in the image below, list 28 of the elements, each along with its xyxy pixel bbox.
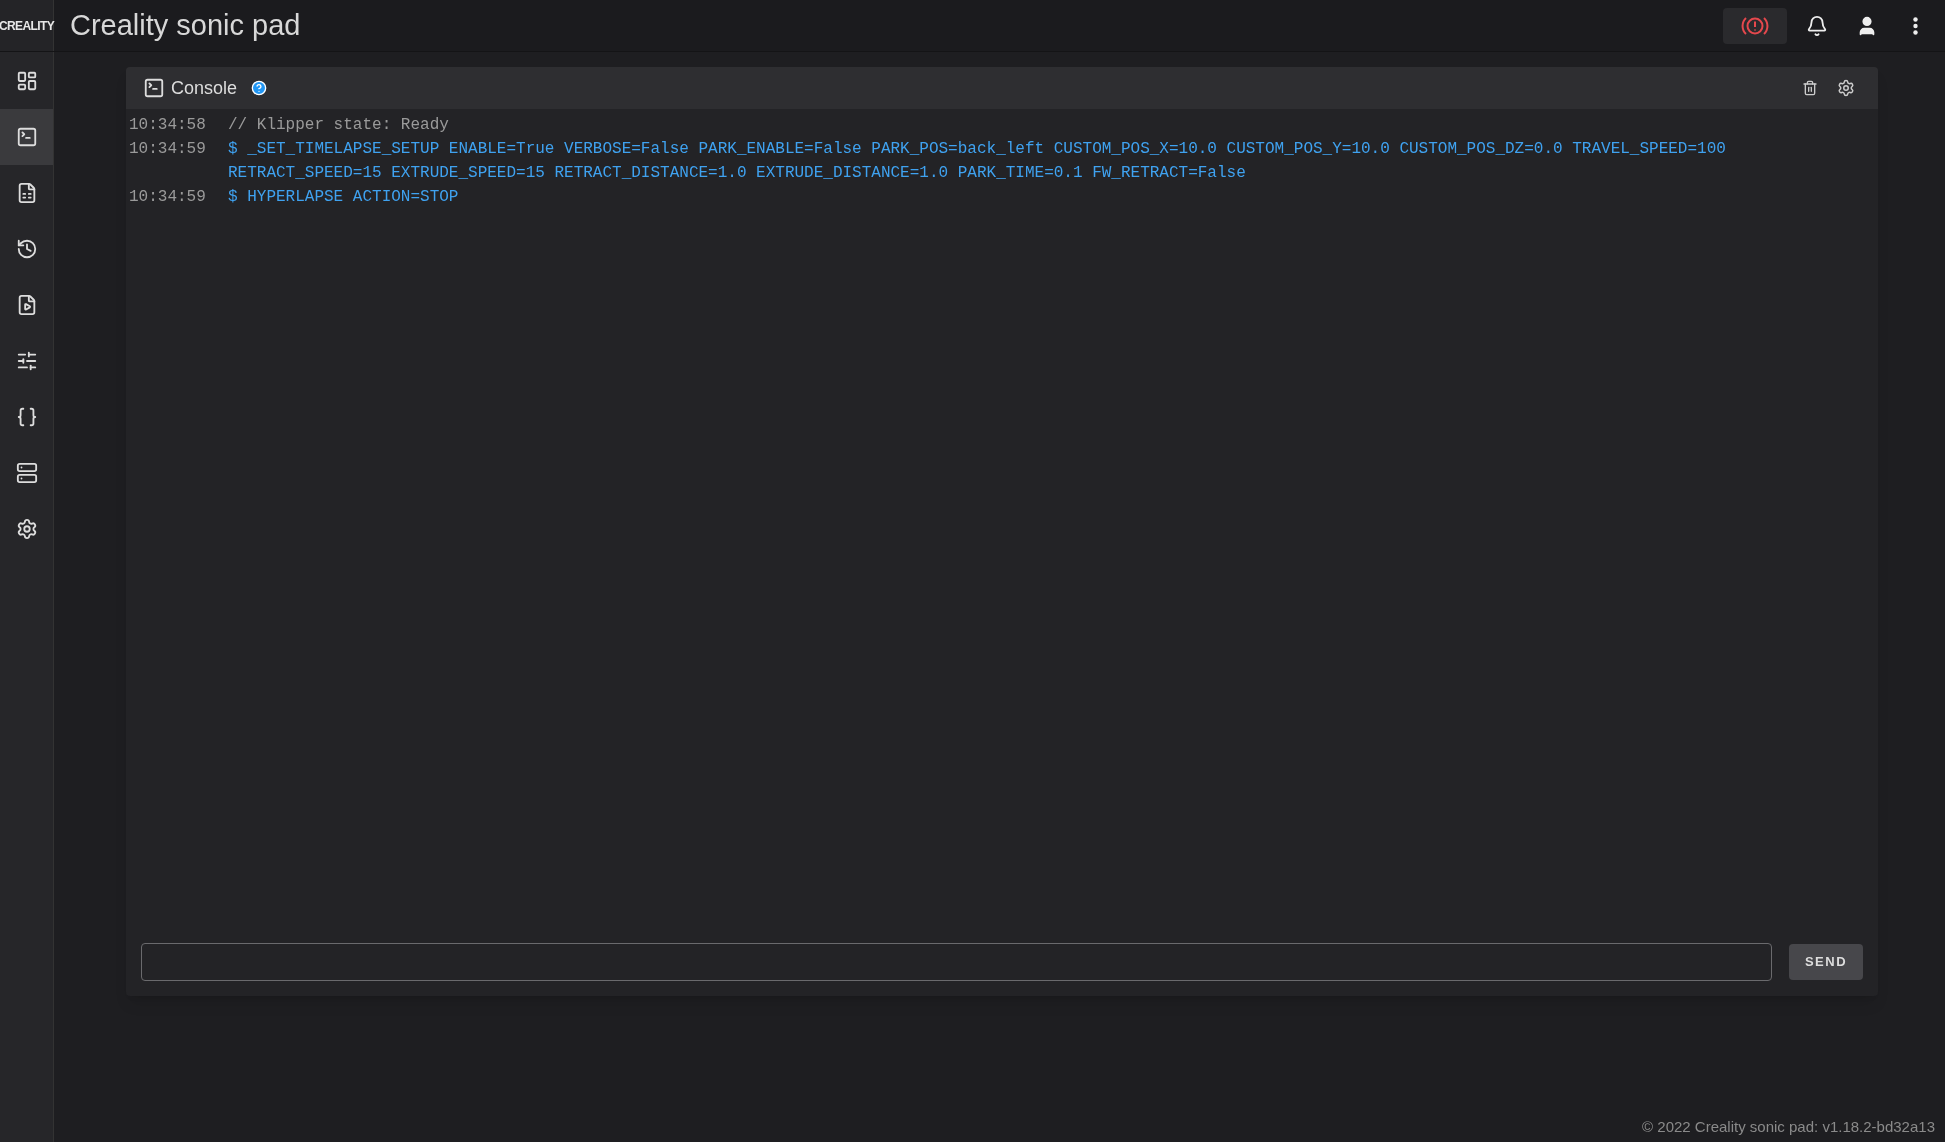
settings-icon xyxy=(15,518,38,540)
server-icon xyxy=(15,462,38,484)
log-message: // Klipper state: Ready xyxy=(228,115,450,136)
footer-text: © 2022 Creality sonic pad: v1.18.2-bd32a13 xyxy=(1642,1116,1935,1137)
emergency-stop-button[interactable] xyxy=(1723,7,1787,44)
app-title: Creality sonic pad xyxy=(70,7,301,43)
send-button[interactable]: SEND xyxy=(1789,944,1863,980)
sidebar-item[interactable] xyxy=(0,109,53,165)
terminal-icon xyxy=(15,126,38,148)
dashboard-icon xyxy=(15,70,38,92)
log-message: $ _SET_TIMELAPSE_SETUP ENABLE=True VERBOSE=False PARK_ENABLE=False PARK_POS=back_left CUSTOM_POS_X=10.0 CUSTOM_POS_Y=10.0 CUSTOM_POS_DZ=0.0 TRAVEL_SPEED=100 RETRACT_SPEED=15 EXTRUDE_SPEED=15 RETRACT_DISTANCE=1.0 EXTRUDE_DISTANCE=1.0 PARK_TIME=0.1 FW_RETRACT=False xyxy=(228,139,1727,184)
alert-icon xyxy=(1741,14,1769,37)
log-timestamp: 10:34:58 xyxy=(129,115,207,136)
logo: CREALITY xyxy=(0,0,54,51)
command-input[interactable] xyxy=(141,943,1772,981)
more-icon xyxy=(1912,16,1918,35)
settings-icon xyxy=(1837,79,1855,97)
bell-icon xyxy=(1806,14,1828,37)
braces-icon xyxy=(15,406,38,428)
log-timestamp: 10:34:59 xyxy=(129,139,207,160)
log-timestamp: 10:34:59 xyxy=(129,187,207,208)
help-icon[interactable] xyxy=(251,80,268,96)
sliders-icon xyxy=(15,350,38,372)
log-message: $ HYPERLAPSE ACTION=STOP xyxy=(228,187,460,208)
terminal-icon xyxy=(143,77,165,99)
card-title: Console xyxy=(171,76,238,100)
history-icon xyxy=(15,238,38,260)
trash-icon xyxy=(1802,80,1818,96)
